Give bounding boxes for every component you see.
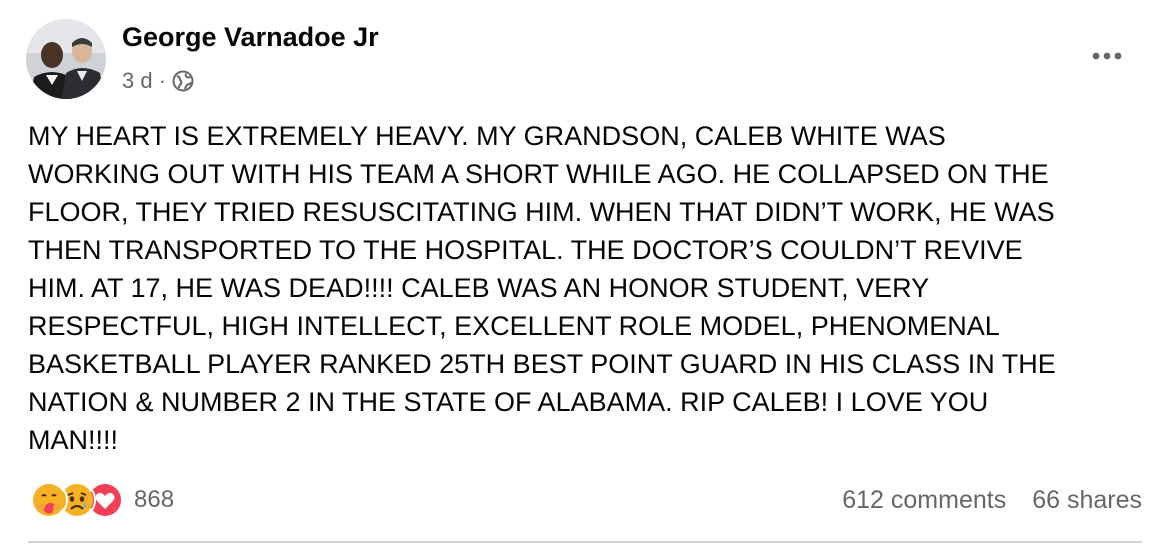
comments-count[interactable]: 612 comments <box>842 486 1006 515</box>
post-text: MY HEART IS EXTREMELY HEAVY. MY GRANDSON… <box>28 121 1056 455</box>
care-reaction-icon <box>30 481 68 519</box>
avatar-photo <box>26 19 106 99</box>
reactions-summary[interactable]: 868 <box>30 480 174 520</box>
globe-icon[interactable] <box>172 70 194 92</box>
meta-separator: · <box>158 68 166 93</box>
more-options-icon[interactable] <box>1087 44 1127 68</box>
facebook-post: George Varnadoe Jr 3 d · MY HEART IS EXT… <box>0 0 1174 544</box>
author-name[interactable]: George Varnadoe Jr <box>122 22 379 53</box>
author-avatar[interactable] <box>26 19 106 99</box>
post-meta: 3 d · <box>122 64 194 98</box>
engagement-stats: 612 comments 66 shares <box>842 480 1142 520</box>
divider <box>28 541 1142 543</box>
shares-count[interactable]: 66 shares <box>1032 486 1142 515</box>
post-timestamp[interactable]: 3 d <box>122 68 153 94</box>
reaction-count[interactable]: 868 <box>134 486 174 514</box>
